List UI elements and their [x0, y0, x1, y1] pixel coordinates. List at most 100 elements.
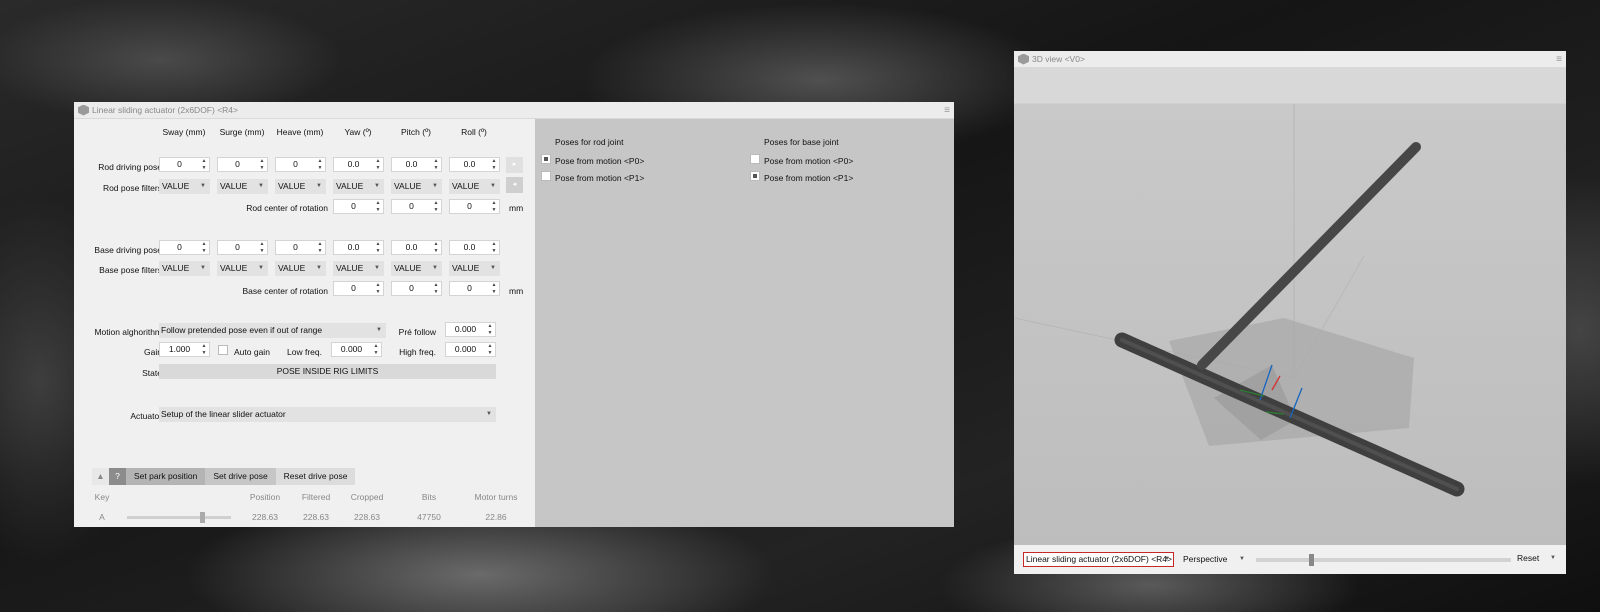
projection-select[interactable]: Perspective ▼ [1180, 552, 1249, 567]
rod-sway-filter-select[interactable]: VALUE ▼ [159, 179, 210, 194]
rod-sway-spinbox[interactable]: 0 ▲ ▼ [159, 157, 210, 172]
rod-pose-p0-label: Pose from motion <P0> [555, 156, 645, 166]
spin-arrows-icon[interactable]: ▲ ▼ [432, 158, 440, 171]
hamburger-menu-icon[interactable]: ≡ [944, 105, 950, 116]
low-freq-spinbox[interactable]: 0.000 ▲ ▼ [331, 342, 382, 357]
spin-arrows-icon[interactable]: ▲ ▼ [490, 158, 498, 171]
spin-arrows-icon[interactable]: ▲ ▼ [486, 343, 494, 356]
base-roll-filter-select[interactable]: VALUE ▼ [449, 261, 500, 276]
spin-arrows-icon[interactable]: ▲ ▼ [200, 343, 208, 356]
base-heave-spinbox[interactable]: 0 ▲ ▼ [275, 240, 326, 255]
rod-pitch-filter-value: VALUE [394, 181, 422, 191]
base-surge-filter-select[interactable]: VALUE ▼ [217, 261, 268, 276]
spin-arrows-icon[interactable]: ▲ ▼ [486, 323, 494, 336]
base-heave-value: 0 [293, 242, 298, 252]
rod-surge-filter-select[interactable]: VALUE ▼ [217, 179, 268, 194]
spin-arrows-icon[interactable]: ▲ ▼ [432, 200, 440, 213]
spin-arrows-icon[interactable]: ▲ ▼ [200, 158, 208, 171]
base-sway-filter-value: VALUE [162, 263, 190, 273]
rod-heave-filter-select[interactable]: VALUE ▼ [275, 179, 326, 194]
column-header-sway: Sway (mm) [162, 127, 206, 137]
help-button[interactable]: ? [109, 468, 126, 485]
spin-arrows-icon[interactable]: ▲ ▼ [316, 241, 324, 254]
base-sway-spinbox[interactable]: 0 ▲ ▼ [159, 240, 210, 255]
pre-follow-spinbox[interactable]: 0.000 ▲ ▼ [445, 322, 496, 337]
rod-roll-spinbox[interactable]: 0.0 ▲ ▼ [449, 157, 500, 172]
base-pose-p1-checkbox[interactable] [750, 171, 760, 181]
spin-arrows-icon[interactable]: ▲ ▼ [374, 158, 382, 171]
spin-arrows-icon[interactable]: ▲ ▼ [490, 241, 498, 254]
object-select[interactable]: Linear sliding actuator (2x6DOF) <R4> ▼ [1023, 552, 1174, 567]
motion-algorithm-select[interactable]: Follow pretended pose even if out of ran… [159, 323, 386, 338]
position-slider-thumb[interactable] [200, 512, 206, 523]
rod-center-x-spinbox[interactable]: 0 ▲ ▼ [333, 199, 384, 214]
rod-pitch-spinbox[interactable]: 0.0 ▲ ▼ [391, 157, 442, 172]
spin-arrows-icon[interactable]: ▲ ▼ [372, 343, 380, 356]
zoom-slider[interactable] [1256, 554, 1511, 566]
hamburger-menu-icon[interactable]: ≡ [1556, 54, 1562, 65]
base-poses-header: Poses for base joint [764, 137, 839, 147]
rod-yaw-filter-select[interactable]: VALUE ▼ [333, 179, 384, 194]
spin-arrows-icon[interactable]: ▲ ▼ [490, 200, 498, 213]
spin-arrows-icon[interactable]: ▲ ▼ [316, 158, 324, 171]
base-heave-filter-select[interactable]: VALUE ▼ [275, 261, 326, 276]
rod-center-z-spinbox[interactable]: 0 ▲ ▼ [449, 199, 500, 214]
base-center-y-spinbox[interactable]: 0 ▲ ▼ [391, 281, 442, 296]
previous-pose-button[interactable]: ◂ [506, 177, 523, 193]
base-center-z-spinbox[interactable]: 0 ▲ ▼ [449, 281, 500, 296]
base-yaw-filter-value: VALUE [336, 263, 364, 273]
rod-pose-p0-checkbox[interactable] [541, 154, 551, 164]
base-pitch-filter-select[interactable]: VALUE ▼ [391, 261, 442, 276]
base-surge-spinbox[interactable]: 0 ▲ ▼ [217, 240, 268, 255]
spin-arrows-icon[interactable]: ▲ ▼ [374, 282, 382, 295]
table-header-motor-turns: Motor turns [474, 492, 518, 502]
actuator-window: Linear sliding actuator (2x6DOF) <R4> ≡ … [74, 102, 954, 527]
rod-yaw-spinbox[interactable]: 0.0 ▲ ▼ [333, 157, 384, 172]
spin-arrows-icon[interactable]: ▲ ▼ [200, 241, 208, 254]
base-center-x-spinbox[interactable]: 0 ▲ ▼ [333, 281, 384, 296]
base-roll-spinbox[interactable]: 0.0 ▲ ▼ [449, 240, 500, 255]
actuator-select[interactable]: Setup of the linear slider actuator ▼ [159, 407, 496, 422]
base-yaw-filter-select[interactable]: VALUE ▼ [333, 261, 384, 276]
rod-pitch-filter-select[interactable]: VALUE ▼ [391, 179, 442, 194]
reset-drive-pose-button[interactable]: Reset drive pose [275, 468, 356, 485]
base-pitch-spinbox[interactable]: 0.0 ▲ ▼ [391, 240, 442, 255]
rod-pose-p1-label: Pose from motion <P1> [555, 173, 645, 183]
base-sway-filter-select[interactable]: VALUE ▼ [159, 261, 210, 276]
base-pose-p0-checkbox[interactable] [750, 154, 760, 164]
zoom-slider-thumb[interactable] [1308, 554, 1314, 566]
spin-arrows-icon[interactable]: ▲ ▼ [258, 158, 266, 171]
bottom-toolbar: ▲ ? Set park position Set drive pose Res… [92, 468, 356, 485]
base-center-x-value: 0 [351, 283, 356, 293]
high-freq-spinbox[interactable]: 0.000 ▲ ▼ [445, 342, 496, 357]
rod-center-y-spinbox[interactable]: 0 ▲ ▼ [391, 199, 442, 214]
rod-pose-p1-checkbox[interactable] [541, 171, 551, 181]
collapse-button[interactable]: ▲ [92, 468, 109, 485]
actuator-window-title: Linear sliding actuator (2x6DOF) <R4> [92, 105, 238, 115]
rod-roll-filter-select[interactable]: VALUE ▼ [449, 179, 500, 194]
spin-arrows-icon[interactable]: ▲ ▼ [258, 241, 266, 254]
spin-arrows-icon[interactable]: ▲ ▼ [374, 241, 382, 254]
3d-viewport[interactable] [1014, 68, 1566, 545]
reset-view-select[interactable]: Reset ▼ [1515, 552, 1559, 567]
gain-spinbox[interactable]: 1.000 ▲ ▼ [159, 342, 210, 357]
chevron-down-icon: ▼ [432, 183, 438, 189]
base-yaw-spinbox[interactable]: 0.0 ▲ ▼ [333, 240, 384, 255]
rod-center-y-value: 0 [409, 201, 414, 211]
rod-heave-spinbox[interactable]: 0 ▲ ▼ [275, 157, 326, 172]
spin-arrows-icon[interactable]: ▲ ▼ [490, 282, 498, 295]
rod-driving-pose-label: Rod driving pose [98, 162, 162, 172]
chevron-down-icon: ▼ [258, 265, 264, 271]
set-drive-pose-button[interactable]: Set drive pose [205, 468, 276, 485]
rod-surge-spinbox[interactable]: 0 ▲ ▼ [217, 157, 268, 172]
chevron-down-icon: ▼ [490, 265, 496, 271]
view-3d-titlebar[interactable]: 3D view <V0> ≡ [1014, 51, 1566, 68]
next-pose-button[interactable]: ▸ [506, 157, 523, 173]
spin-arrows-icon[interactable]: ▲ ▼ [432, 282, 440, 295]
spin-arrows-icon[interactable]: ▲ ▼ [374, 200, 382, 213]
auto-gain-checkbox[interactable] [218, 345, 228, 355]
set-park-position-button[interactable]: Set park position [126, 468, 206, 485]
spin-arrows-icon[interactable]: ▲ ▼ [432, 241, 440, 254]
actuator-window-titlebar[interactable]: Linear sliding actuator (2x6DOF) <R4> ≡ [74, 102, 954, 119]
position-slider[interactable] [127, 512, 231, 523]
